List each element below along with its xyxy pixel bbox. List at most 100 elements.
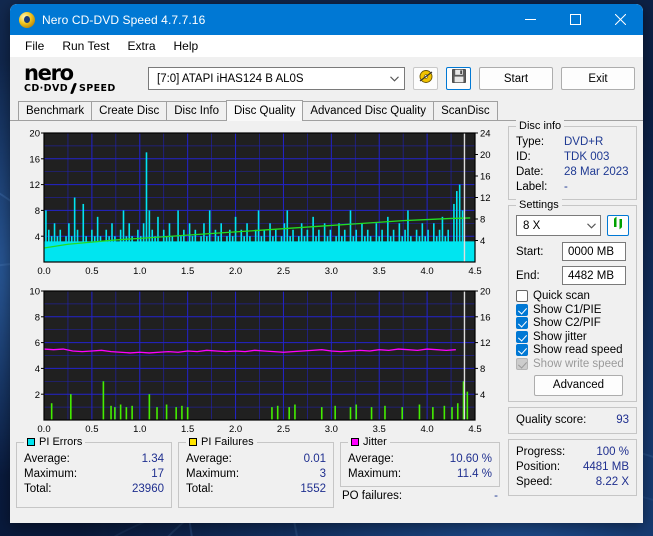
show-c2-pif-label: Show C2/PIF bbox=[533, 317, 601, 329]
svg-text:16: 16 bbox=[480, 312, 491, 323]
disc-id-value: TDK 003 bbox=[564, 151, 610, 163]
svg-text:1.0: 1.0 bbox=[133, 266, 146, 277]
advanced-button[interactable]: Advanced bbox=[534, 374, 623, 396]
progress-label: Progress: bbox=[516, 445, 566, 458]
show-c2-pif-checkbox-icon bbox=[516, 317, 528, 329]
progress-panel: Progress: 100 % Position: 4481 MB Speed:… bbox=[508, 438, 637, 496]
position-row: Position: 4481 MB bbox=[516, 460, 629, 475]
svg-text:4.0: 4.0 bbox=[421, 424, 434, 435]
pi-errors-total-row: Total: 23960 bbox=[24, 482, 164, 497]
tab-benchmark[interactable]: Benchmark bbox=[18, 101, 93, 120]
jitter-panel-wrap: Jitter Average: 10.60 % Maximum: 11.4 % bbox=[340, 436, 500, 508]
pi-errors-total-label: Total: bbox=[24, 483, 52, 495]
charts-column: 4 8 12 16 20 4 8 12 16 20 24 0.0 0.5 1.0 1.5 2.0 2.5 3.0 3… bbox=[16, 126, 502, 519]
speed-row-stat: Speed: 8.22 X bbox=[516, 475, 629, 490]
window-title: Nero CD-DVD Speed 4.7.7.16 bbox=[42, 12, 206, 27]
drive-select-value: [7:0] ATAPI iHAS124 B AL0S bbox=[157, 72, 304, 85]
disc-type-value: DVD+R bbox=[564, 136, 604, 148]
jitter-average-row: Average: 10.60 % bbox=[348, 452, 492, 467]
minimize-icon[interactable] bbox=[508, 4, 553, 35]
menu-item-file[interactable]: File bbox=[16, 37, 53, 55]
pi-errors-average-label: Average: bbox=[24, 453, 70, 465]
tab-disc-info[interactable]: Disc Info bbox=[166, 101, 227, 120]
disc-label-value: - bbox=[564, 181, 568, 193]
disc-date-label: Date: bbox=[516, 166, 544, 178]
svg-text:24: 24 bbox=[480, 129, 491, 140]
tab-advanced-disc-quality[interactable]: Advanced Disc Quality bbox=[302, 101, 435, 120]
svg-text:12: 12 bbox=[480, 338, 491, 349]
close-icon[interactable] bbox=[598, 4, 643, 35]
tab-create-disc[interactable]: Create Disc bbox=[91, 101, 168, 120]
maximize-icon[interactable] bbox=[553, 4, 598, 35]
svg-text:8: 8 bbox=[35, 312, 40, 323]
disc-label-label: Label: bbox=[516, 181, 548, 193]
svg-text:1.5: 1.5 bbox=[181, 424, 194, 435]
checkbox-show-write-speed: Show write speed bbox=[516, 357, 629, 370]
svg-text:8: 8 bbox=[35, 206, 40, 217]
exit-button[interactable]: Exit bbox=[561, 67, 635, 90]
svg-text:16: 16 bbox=[29, 154, 40, 165]
eject-disc-button[interactable] bbox=[413, 67, 438, 90]
tab-disc-quality[interactable]: Disc Quality bbox=[226, 100, 304, 121]
pie-read-speed-chart: 4 8 12 16 20 4 8 12 16 20 24 0.0 0.5 1.0 1.5 2.0 2.5 3.0 3… bbox=[16, 126, 502, 281]
disc-date-value: 28 Mar 2023 bbox=[564, 166, 629, 178]
menu-item-help[interactable]: Help bbox=[165, 37, 208, 55]
logo-cddvd-text: CD·DVD bbox=[24, 82, 68, 94]
svg-text:0.0: 0.0 bbox=[37, 266, 50, 277]
disc-id-row: ID: TDK 003 bbox=[516, 151, 629, 163]
quality-score-label: Quality score: bbox=[516, 413, 587, 426]
pi-failures-total-row: Total: 1552 bbox=[186, 482, 326, 497]
pi-failures-color-swatch bbox=[189, 438, 197, 446]
checkbox-show-read-speed[interactable]: Show read speed bbox=[516, 344, 629, 356]
pif-jitter-chart-svg: 2 4 6 8 10 4 8 12 16 20 0.0 0.5 1.0 1.5 2.0 2.5 3.0 3.5 4.… bbox=[29, 287, 491, 435]
jitter-maximum-value: 11.4 % bbox=[457, 468, 492, 480]
disc-id-label: ID: bbox=[516, 151, 531, 163]
app-window: Nero CD-DVD Speed 4.7.7.16 File Run Test… bbox=[10, 4, 643, 523]
svg-text:3.0: 3.0 bbox=[325, 424, 338, 435]
svg-text:0.5: 0.5 bbox=[85, 266, 98, 277]
svg-text:2.0: 2.0 bbox=[229, 424, 242, 435]
pi-errors-average-row: Average: 1.34 bbox=[24, 452, 164, 467]
start-position-input[interactable]: 0000 MB bbox=[562, 242, 626, 261]
svg-text:3.5: 3.5 bbox=[373, 424, 386, 435]
checkbox-show-c1-pie[interactable]: Show C1/PIE bbox=[516, 303, 629, 316]
svg-text:4: 4 bbox=[35, 232, 40, 243]
svg-text:20: 20 bbox=[480, 287, 491, 298]
progress-row: Progress: 100 % bbox=[516, 445, 629, 460]
logo-subtitle: CD·DVD SPEED bbox=[24, 83, 140, 94]
menu-item-run-test[interactable]: Run Test bbox=[53, 37, 118, 55]
po-failures-row: PO failures: - bbox=[340, 490, 500, 502]
pi-failures-maximum-value: 3 bbox=[319, 468, 326, 480]
disc-info-panel: Disc info Type: DVD+R ID: TDK 003 Date: … bbox=[508, 120, 637, 200]
checkbox-show-c2-pif[interactable]: Show C2/PIF bbox=[516, 317, 629, 329]
pi-failures-total-label: Total: bbox=[186, 483, 214, 495]
svg-text:12: 12 bbox=[480, 193, 491, 204]
menu-item-extra[interactable]: Extra bbox=[118, 37, 164, 55]
show-read-speed-checkbox-icon bbox=[516, 344, 528, 356]
save-floppy-icon bbox=[451, 69, 466, 88]
jitter-color-swatch bbox=[351, 438, 359, 446]
jitter-panel: Jitter Average: 10.60 % Maximum: 11.4 % bbox=[340, 436, 500, 487]
tab-scandisc[interactable]: ScanDisc bbox=[433, 101, 498, 120]
pi-errors-legend-label: PI Errors bbox=[39, 436, 83, 448]
end-position-input[interactable]: 4482 MB bbox=[562, 266, 626, 285]
speed-select[interactable]: 8 X bbox=[516, 215, 601, 236]
right-panel: Disc info Type: DVD+R ID: TDK 003 Date: … bbox=[508, 120, 637, 519]
show-c1-pie-checkbox-icon bbox=[516, 303, 528, 316]
po-failures-label: PO failures: bbox=[342, 490, 403, 502]
pi-errors-color-swatch bbox=[27, 438, 35, 446]
quick-scan-checkbox-icon bbox=[516, 290, 528, 302]
window-controls bbox=[508, 4, 643, 35]
refresh-disc-button[interactable] bbox=[607, 215, 629, 236]
checkbox-quick-scan[interactable]: Quick scan bbox=[516, 290, 629, 302]
save-results-button[interactable] bbox=[446, 67, 471, 90]
drive-select[interactable]: [7:0] ATAPI iHAS124 B AL0S bbox=[148, 67, 405, 90]
start-button[interactable]: Start bbox=[479, 67, 553, 90]
svg-text:1.0: 1.0 bbox=[133, 424, 146, 435]
tab-strip: Benchmark Create Disc Disc Info Disc Qua… bbox=[10, 100, 643, 121]
nero-logo: nero CD·DVD SPEED bbox=[18, 62, 140, 94]
pi-failures-maximum-row: Maximum: 3 bbox=[186, 467, 326, 482]
svg-text:3.5: 3.5 bbox=[373, 266, 386, 277]
checkbox-show-jitter[interactable]: Show jitter bbox=[516, 330, 629, 343]
svg-text:20: 20 bbox=[480, 150, 491, 161]
